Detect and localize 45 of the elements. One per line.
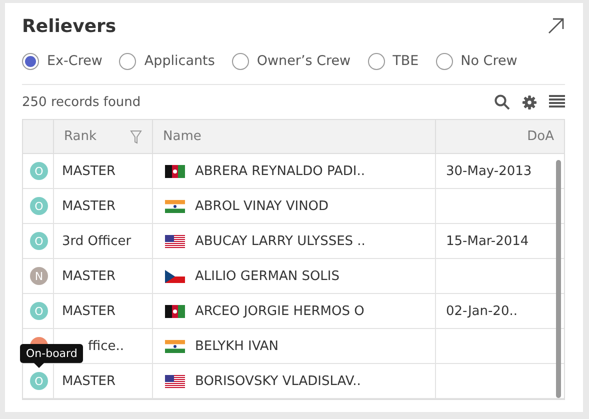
record-count: 250 records found <box>22 94 141 110</box>
filter-icon[interactable] <box>130 130 142 144</box>
search-icon[interactable] <box>494 94 510 110</box>
filter-radio[interactable]: No Crew <box>436 52 518 70</box>
filter-radio[interactable]: TBE <box>368 52 419 70</box>
flag-icon <box>165 164 185 178</box>
flag-icon <box>165 270 185 282</box>
table-cell: 15-Mar-2014 <box>446 234 529 248</box>
status-badge: N <box>30 267 48 285</box>
status-badge: O <box>30 162 48 180</box>
filter-radio[interactable]: Applicants <box>119 52 215 70</box>
filter-radio[interactable]: Ex-Crew <box>22 52 102 70</box>
filter-radio[interactable]: Owner’s Crew <box>232 52 351 70</box>
table-cell: BELYKH IVAN <box>195 338 279 354</box>
table-cell: BORISOVSKY VLADISLAV.. <box>195 374 361 388</box>
table-cell: ABROL VINAY VINOD <box>195 198 329 214</box>
table-cell: ALILIO GERMAN SOLIS <box>195 268 340 284</box>
status-badge: O <box>30 372 48 390</box>
table-cell: ARCEO JORGIE HERMOS O <box>195 304 364 318</box>
table-cell: 02-Jan-20.. <box>446 304 518 318</box>
table-cell: 30-May-2013 <box>446 164 532 178</box>
column-header[interactable]: Rank <box>54 120 153 154</box>
menu-icon[interactable] <box>549 95 565 109</box>
column-header[interactable]: DoA <box>436 120 564 154</box>
column-header[interactable]: Name <box>153 120 436 154</box>
table-cell: MASTER <box>54 364 153 399</box>
flag-icon <box>165 200 185 212</box>
status-badge: O <box>30 302 48 320</box>
table-cell: MASTER <box>54 259 153 294</box>
status-badge: O <box>30 232 48 250</box>
flag-icon <box>165 374 185 388</box>
status-badge: O <box>30 197 48 215</box>
flag-icon <box>165 234 185 248</box>
settings-icon[interactable] <box>522 94 537 110</box>
panel-title: Relievers <box>22 16 116 36</box>
table-cell: 3rd Officer <box>54 224 153 259</box>
table-cell: MASTER <box>54 189 153 224</box>
tooltip-pointer <box>34 363 44 368</box>
table-cell: ABRERA REYNALDO PADI.. <box>195 164 366 178</box>
flag-icon <box>165 304 185 318</box>
table-cell: MASTER <box>54 154 153 189</box>
table-cell: MASTER <box>54 294 153 329</box>
expand-icon[interactable] <box>547 17 565 35</box>
flag-icon <box>165 340 185 352</box>
table-cell: ABUCAY LARRY ULYSSES .. <box>195 234 366 248</box>
